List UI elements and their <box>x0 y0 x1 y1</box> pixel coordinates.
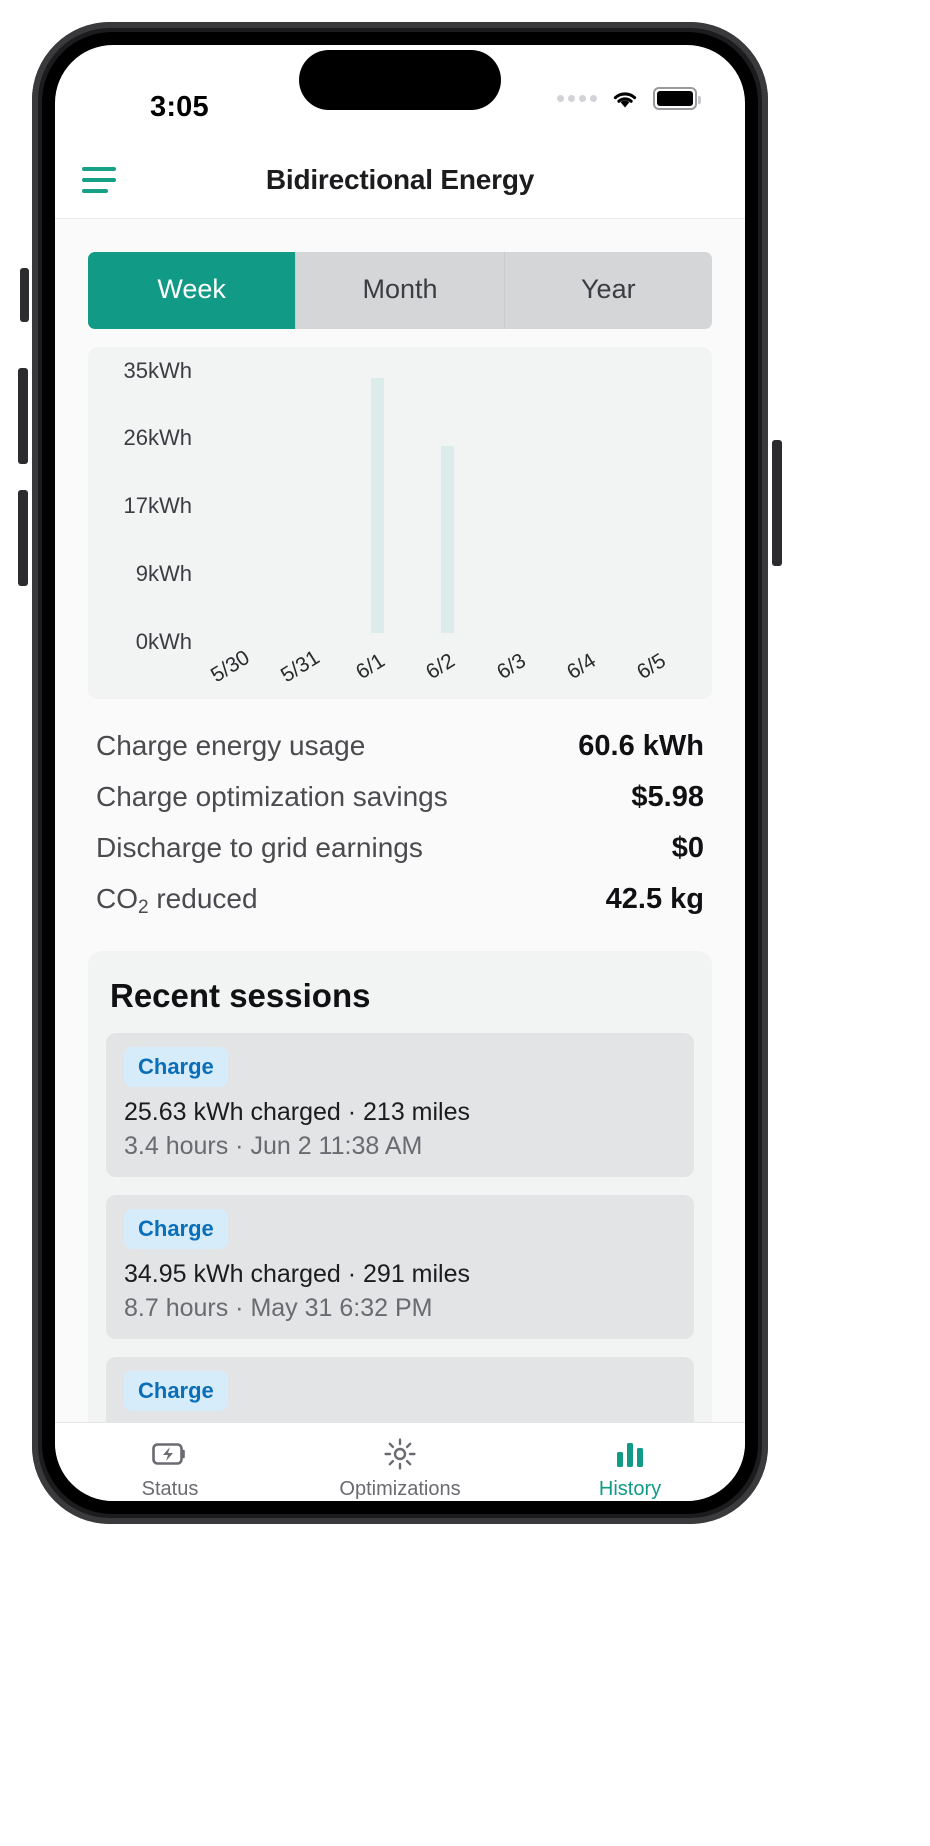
volume-up-button[interactable] <box>18 368 28 464</box>
chart-y-axis: 35kWh 26kWh 17kWh 9kWh 0kWh <box>106 358 192 654</box>
tab-month[interactable]: Month <box>296 252 505 329</box>
x-tick-label: 6/4 <box>562 649 600 685</box>
bar-column <box>413 363 483 633</box>
signal-dots-icon <box>557 95 597 102</box>
nav-tab-label: History <box>598 1478 662 1500</box>
tab-year[interactable]: Year <box>504 252 712 329</box>
stat-label: Charge energy usage <box>96 730 366 761</box>
chart-bar[interactable] <box>441 445 455 633</box>
nav-tab-optimizations[interactable]: Optimizations <box>285 1437 515 1501</box>
bar-column <box>343 363 413 633</box>
y-tick-label: 26kWh <box>123 425 192 450</box>
stat-row-discharge-to-grid-earnings: Discharge to grid earnings $0 <box>96 823 704 874</box>
y-tick-label: 9kWh <box>135 561 192 586</box>
tab-week[interactable]: Week <box>88 252 297 329</box>
wifi-icon <box>613 91 637 107</box>
stat-value: $0 <box>671 832 704 864</box>
chart-bars <box>202 363 694 633</box>
summary-stats: Charge energy usage 60.6 kWh Charge opti… <box>88 721 712 925</box>
screenshot-root: 3:05 Bidirectional Energy Week Month Yea… <box>0 0 930 1846</box>
bar-chart-icon <box>615 1437 645 1471</box>
range-tab-group: Week Month Year <box>88 252 712 329</box>
session-meta: 3.4 hours · Jun 2 11:38 AM <box>124 1132 423 1160</box>
stat-label: Charge optimization savings <box>96 781 448 812</box>
x-tick-label: 5/30 <box>206 645 254 688</box>
y-tick-label: 35kWh <box>123 358 192 383</box>
x-tick-label: 6/3 <box>492 649 530 685</box>
stat-value: $5.98 <box>631 781 704 813</box>
y-tick-label: 17kWh <box>123 493 192 518</box>
bottom-navigation: Status Optimizations History <box>55 1422 745 1501</box>
status-badge: Charge <box>124 1047 228 1087</box>
x-tick-label: 6/1 <box>352 649 390 685</box>
silent-switch[interactable] <box>20 268 29 322</box>
stat-label-suffix: reduced <box>148 883 258 914</box>
main-content: Week Month Year 35kWh 26kWh 17kWh 9kWh 0… <box>55 219 745 1422</box>
y-tick-label: 0kWh <box>135 629 192 654</box>
stat-label-prefix: CO <box>96 883 138 914</box>
recent-sessions-panel: Recent sessions Charge 25.63 kWh charged… <box>88 951 712 1422</box>
recent-sessions-title: Recent sessions <box>110 977 371 1014</box>
bar-column <box>624 363 694 633</box>
stat-row-charge-energy-usage: Charge energy usage 60.6 kWh <box>96 721 704 772</box>
x-tick-label: 5/31 <box>276 645 324 688</box>
nav-tab-history[interactable]: History <box>515 1437 745 1501</box>
bar-column <box>483 363 553 633</box>
nav-tab-label: Status <box>141 1478 199 1500</box>
chart-bar[interactable] <box>371 377 385 633</box>
status-badge: Charge <box>124 1371 228 1411</box>
stat-value: 42.5 kg <box>605 883 704 915</box>
bar-column <box>272 363 342 633</box>
volume-down-button[interactable] <box>18 490 28 586</box>
stat-row-charge-optimization-savings: Charge optimization savings $5.98 <box>96 772 704 823</box>
chart-plot-area: 35kWh 26kWh 17kWh 9kWh 0kWh 5/30 5/31 6/… <box>100 358 700 687</box>
session-meta: 8.7 hours · May 31 6:32 PM <box>124 1294 433 1322</box>
dynamic-island <box>299 50 501 110</box>
status-bar-clock: 3:05 <box>150 91 209 123</box>
phone-screen: 3:05 Bidirectional Energy Week Month Yea… <box>55 45 745 1501</box>
x-tick-label: 6/2 <box>422 649 460 685</box>
app-header: Bidirectional Energy <box>55 141 745 219</box>
chart-x-axis: 5/30 5/31 6/1 6/2 6/3 6/4 6/5 <box>202 641 694 703</box>
status-bar: 3:05 <box>55 45 745 141</box>
stat-row-co2-reduced: CO2 reduced 42.5 kg <box>96 874 704 925</box>
stat-label: CO2 reduced <box>96 883 258 918</box>
session-summary: 34.95 kWh charged · 291 miles <box>124 1260 471 1288</box>
status-bar-indicators <box>557 87 701 110</box>
bar-column <box>553 363 623 633</box>
energy-bar-chart: 35kWh 26kWh 17kWh 9kWh 0kWh 5/30 5/31 6/… <box>88 347 712 699</box>
nav-tab-label: Optimizations <box>339 1478 461 1500</box>
stat-label: Discharge to grid earnings <box>96 832 423 863</box>
battery-icon <box>653 87 701 110</box>
status-badge: Charge <box>124 1209 228 1249</box>
power-button[interactable] <box>772 440 782 566</box>
session-summary: 25.63 kWh charged · 213 miles <box>124 1098 471 1126</box>
nav-tab-status[interactable]: Status <box>55 1437 285 1501</box>
bar-column <box>202 363 272 633</box>
list-item[interactable]: Charge 34.95 kWh charged · 291 miles 8.7… <box>106 1195 694 1339</box>
page-title: Bidirectional Energy <box>265 163 535 195</box>
gear-icon <box>384 1437 416 1471</box>
hamburger-menu-icon[interactable] <box>82 166 116 193</box>
stat-value: 60.6 kWh <box>578 730 704 762</box>
x-tick-label: 6/5 <box>633 649 671 685</box>
stat-label-subscript: 2 <box>138 897 149 918</box>
battery-charging-icon <box>152 1437 188 1471</box>
list-item[interactable]: Charge 29.53 kWh charged · 246 miles 8.2… <box>106 1357 694 1422</box>
list-item[interactable]: Charge 25.63 kWh charged · 213 miles 3.4… <box>106 1033 694 1177</box>
